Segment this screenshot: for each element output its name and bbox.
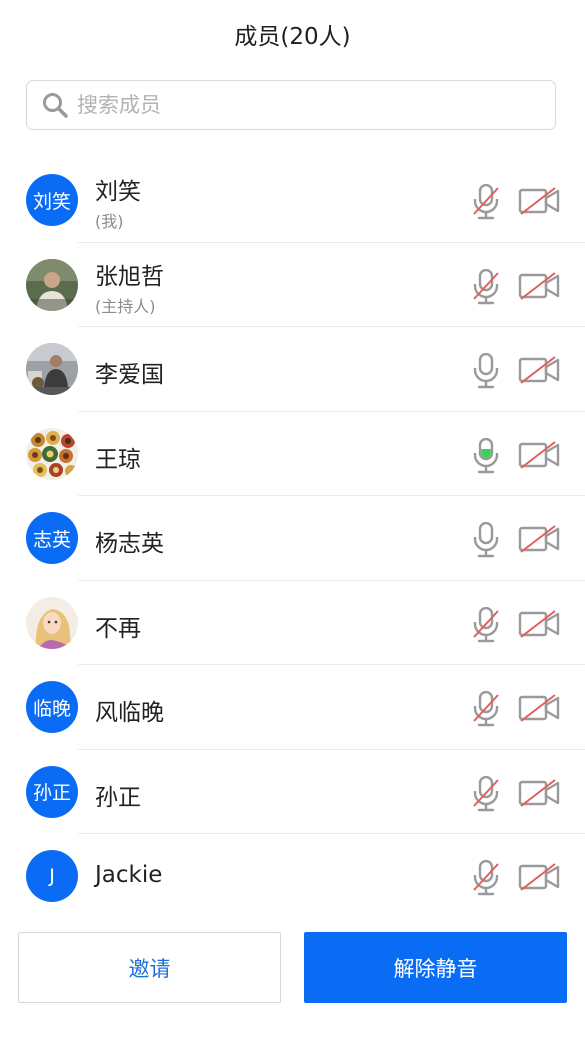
camera-off-icon[interactable] [518, 778, 560, 808]
member-name: 李爱国 [95, 362, 164, 388]
search-input[interactable] [75, 92, 555, 118]
microphone-muted-icon[interactable] [472, 775, 500, 812]
microphone-muted-icon[interactable] [472, 268, 500, 305]
microphone-muted-icon[interactable] [472, 690, 500, 727]
camera-off-icon[interactable] [518, 609, 560, 639]
member-name: 刘笑 [95, 179, 141, 205]
invite-button[interactable]: 邀请 [18, 932, 281, 1003]
member-row[interactable]: 孙正 孙正 [0, 750, 585, 834]
member-row[interactable]: 张旭哲 (主持人) [0, 243, 585, 327]
avatar: 志英 [26, 512, 78, 564]
microphone-speaking-icon[interactable] [472, 437, 500, 474]
microphone-icon[interactable] [472, 352, 500, 389]
member-name: 孙正 [95, 784, 141, 811]
member-name: Jackie [95, 862, 163, 888]
member-role: (我) [95, 212, 124, 231]
camera-off-icon[interactable] [518, 186, 560, 216]
search-icon [41, 91, 69, 119]
camera-off-icon[interactable] [518, 355, 560, 385]
member-role: (主持人) [95, 296, 156, 316]
member-count-title: 成员(20人) [234, 24, 351, 50]
member-row[interactable]: 不再 [0, 581, 585, 665]
member-name: 不再 [95, 615, 141, 642]
microphone-muted-icon[interactable] [472, 859, 500, 896]
camera-off-icon[interactable] [518, 440, 560, 470]
member-row[interactable]: 刘笑 刘笑 (我) [0, 158, 585, 243]
camera-off-icon[interactable] [518, 693, 560, 723]
avatar [26, 427, 78, 480]
microphone-icon[interactable] [472, 521, 500, 558]
member-row[interactable]: 志英 杨志英 [0, 496, 585, 581]
unmute-all-button-label: 解除静音 [393, 956, 478, 981]
avatar: 刘笑 [26, 174, 78, 226]
camera-off-icon[interactable] [518, 862, 560, 892]
avatar-text: 志英 [32, 528, 71, 551]
avatar [26, 596, 78, 649]
member-row[interactable]: 李爱国 [0, 327, 585, 412]
unmute-all-button[interactable]: 解除静音 [304, 932, 567, 1003]
avatar-text: J [49, 865, 55, 887]
avatar-text: 刘笑 [32, 190, 71, 213]
camera-off-icon[interactable] [518, 271, 560, 301]
member-name: 杨志英 [95, 531, 164, 557]
member-row[interactable]: 王琼 [0, 412, 585, 496]
avatar-text: 临晚 [32, 697, 71, 720]
microphone-muted-icon[interactable] [472, 183, 500, 220]
avatar-text: 孙正 [32, 782, 71, 804]
microphone-muted-icon[interactable] [472, 606, 500, 643]
member-list: 刘笑 刘笑 (我) 张旭哲 (主持人) 李爱国 王琼 志英 杨志英 不再 临晚 … [0, 158, 585, 919]
avatar: 临晚 [26, 681, 78, 733]
search-bar[interactable] [26, 80, 556, 130]
camera-off-icon[interactable] [518, 524, 560, 554]
member-name: 王琼 [95, 446, 141, 473]
avatar: 孙正 [26, 765, 78, 818]
avatar [26, 258, 78, 311]
avatar [26, 343, 78, 395]
page-title: 成员(20人) [0, 0, 585, 68]
invite-button-label: 邀请 [128, 956, 171, 981]
member-row[interactable]: J Jackie [0, 834, 585, 919]
member-name: 张旭哲 [95, 263, 164, 290]
member-name: 风临晚 [95, 700, 164, 726]
avatar: J [26, 850, 78, 902]
member-row[interactable]: 临晚 风临晚 [0, 665, 585, 750]
